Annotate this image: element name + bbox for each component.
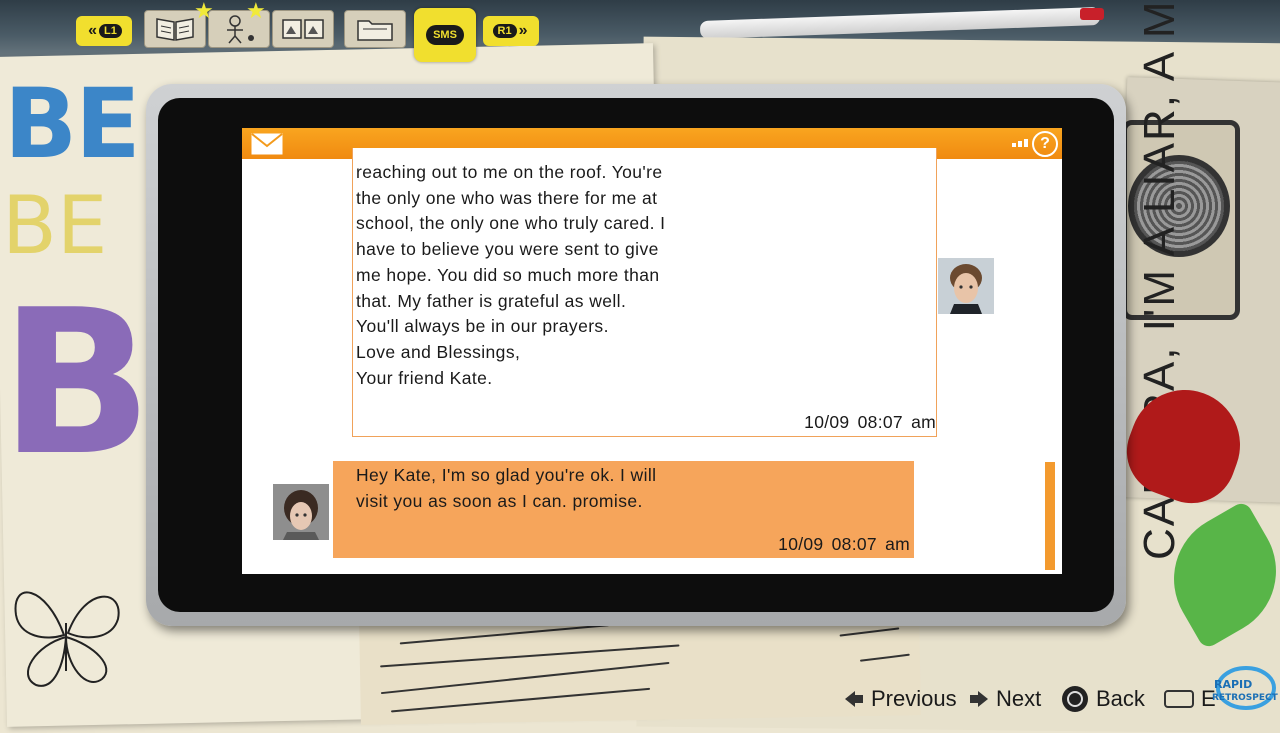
sms-screen: ? reaching out to me on the roof. You're… <box>242 128 1062 574</box>
message-scrollbar[interactable] <box>1045 462 1055 570</box>
r1-button-icon: R1 <box>492 24 517 38</box>
message-timestamp: 10/09 08:07 am <box>778 534 910 554</box>
journal-icon <box>156 18 194 41</box>
back-button[interactable]: Back <box>1060 684 1145 714</box>
svg-text:RETROSPECT: RETROSPECT <box>1212 693 1278 703</box>
tab-sms[interactable]: SMS <box>414 8 476 62</box>
folder-icon <box>357 20 393 41</box>
double-chevron-left-icon: « <box>88 22 98 39</box>
tab-previous-l1[interactable]: « L1 <box>76 16 132 46</box>
svg-text:RAPID: RAPID <box>1214 678 1252 691</box>
message-text: reaching out to me on the roof. You're t… <box>356 162 666 388</box>
previous-label: Previous <box>871 686 957 711</box>
previous-button[interactable]: Previous <box>843 684 957 714</box>
message-timestamp: 10/09 08:07 am <box>804 412 936 432</box>
tab-photos[interactable] <box>272 10 334 48</box>
tab-next-r1[interactable]: R1 » <box>483 16 539 46</box>
rapid-retrospect-logo: RAPID RETROSPECT <box>1212 666 1278 710</box>
l1-button-icon: L1 <box>99 24 122 38</box>
max-avatar <box>273 484 329 540</box>
next-label: Next <box>996 686 1042 711</box>
back-label: Back <box>1096 686 1145 711</box>
touchpad-button-icon <box>1164 690 1194 708</box>
message-text: Hey Kate, I'm so glad you're ok. I will … <box>356 465 657 511</box>
dpad-right-icon <box>970 691 988 707</box>
new-star-icon: ★ <box>194 0 214 23</box>
help-icon[interactable]: ? <box>1032 131 1058 157</box>
next-button[interactable]: Next <box>968 684 1041 714</box>
new-star-icon: ★ <box>246 0 266 23</box>
pen-cap-decoration <box>1080 8 1104 20</box>
photos-icon <box>282 19 324 39</box>
dpad-left-icon <box>845 691 863 707</box>
handwritten-note <box>359 610 921 725</box>
message-bubble-kate: reaching out to me on the roof. You're t… <box>352 148 937 437</box>
kate-avatar <box>938 258 994 314</box>
sms-icon: SMS <box>426 25 464 45</box>
double-chevron-right-icon: » <box>518 22 528 39</box>
doodle-letters-yellow: BE <box>2 179 108 272</box>
envelope-icon <box>251 133 283 155</box>
doodle-letters-blue: BE <box>4 68 141 180</box>
signal-icon <box>1012 139 1028 147</box>
circle-button-icon <box>1062 686 1088 712</box>
butterfly-doodle <box>14 591 120 687</box>
tab-collectibles[interactable] <box>344 10 406 48</box>
